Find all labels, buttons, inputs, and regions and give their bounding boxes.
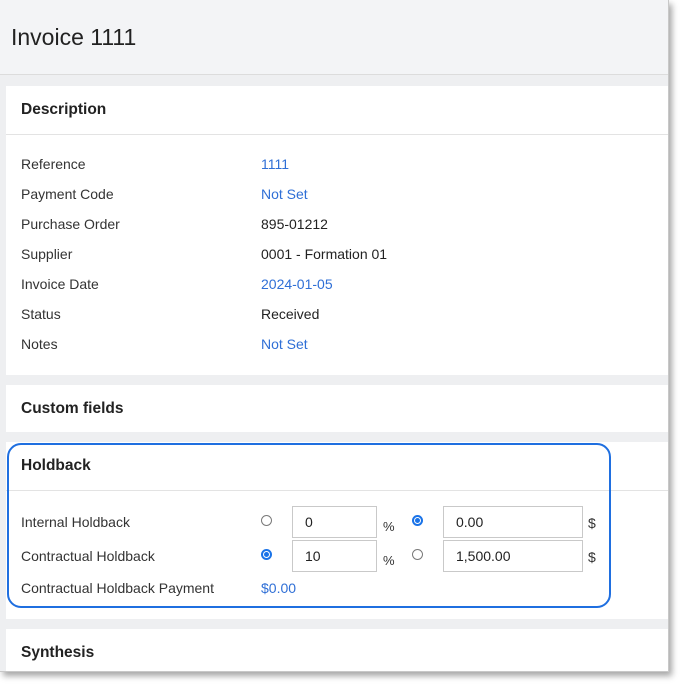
description-title: Description [21, 101, 107, 118]
reference-label: Reference [21, 156, 86, 172]
notes-value[interactable]: Not Set [261, 336, 308, 352]
notes-label: Notes [21, 336, 58, 352]
payment-code-value[interactable]: Not Set [261, 186, 308, 202]
reference-value[interactable]: 1111 [261, 156, 289, 172]
purchase-order-value: 895-01212 [261, 216, 328, 232]
synthesis-title: Synthesis [21, 644, 95, 661]
description-card: Description Reference 1111 Payment Code … [6, 86, 668, 375]
description-divider [6, 134, 668, 135]
purchase-order-label: Purchase Order [21, 216, 120, 232]
holdback-highlight [7, 443, 611, 608]
payment-code-label: Payment Code [21, 186, 114, 202]
invoice-date-value[interactable]: 2024-01-05 [261, 276, 333, 292]
supplier-label: Supplier [21, 246, 73, 262]
status-label: Status [21, 306, 61, 322]
status-value: Received [261, 306, 320, 322]
page-header: Invoice 1111 [0, 0, 668, 75]
custom-fields-title: Custom fields [21, 400, 124, 417]
invoice-date-label: Invoice Date [21, 276, 99, 292]
supplier-value: 0001 - Formation 01 [261, 246, 388, 262]
page-title: Invoice 1111 [11, 24, 137, 50]
invoice-window: Invoice 1111 Description Reference 1111 … [0, 0, 669, 672]
synthesis-card[interactable]: Synthesis [6, 629, 668, 671]
custom-fields-card[interactable]: Custom fields [6, 385, 668, 432]
